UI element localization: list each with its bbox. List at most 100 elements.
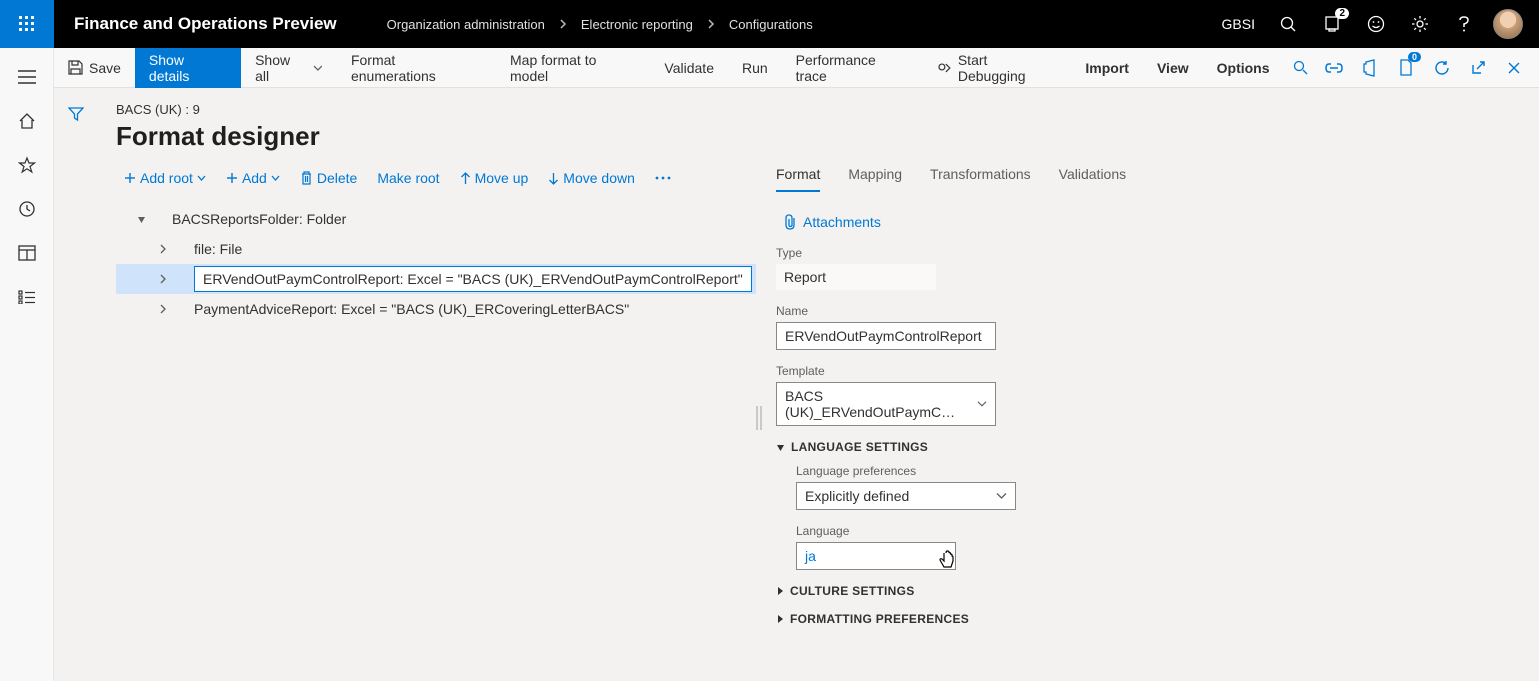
tree-node[interactable]: file: File (116, 234, 756, 264)
filter-button[interactable] (68, 106, 84, 681)
tab-validations[interactable]: Validations (1059, 166, 1126, 192)
split-handle-icon (756, 406, 762, 430)
chevron-right-icon (776, 614, 784, 624)
app-title: Finance and Operations Preview (54, 14, 357, 34)
options-button[interactable]: Options (1203, 48, 1284, 88)
nav-menu-button[interactable] (0, 56, 54, 98)
move-down-button[interactable]: Move down (540, 166, 643, 190)
popout-button[interactable] (1461, 48, 1495, 88)
nav-modules-button[interactable] (0, 276, 54, 318)
show-details-label: Show details (149, 52, 227, 84)
name-input[interactable] (776, 322, 996, 350)
nav-workspaces-button[interactable] (0, 232, 54, 274)
command-bar-icons: 0 (1317, 48, 1539, 88)
search-icon (1280, 16, 1297, 33)
close-button[interactable] (1497, 48, 1531, 88)
performance-trace-button[interactable]: Performance trace (782, 48, 923, 88)
template-select[interactable]: BACS (UK)_ERVendOutPaymC… (776, 382, 996, 426)
split-view: Add root Add Delete Make root (116, 166, 1539, 681)
question-icon (1457, 15, 1471, 33)
field-label: Language preferences (796, 464, 1539, 478)
refresh-icon (1434, 60, 1450, 76)
waffle-button[interactable] (0, 0, 54, 48)
feedback-button[interactable] (1355, 0, 1397, 48)
company-picker[interactable]: GBSI (1212, 0, 1265, 48)
save-label: Save (89, 60, 121, 76)
language-select[interactable]: ja (796, 542, 956, 570)
tree-node-selected[interactable]: ERVendOutPaymControlReport: Excel = "BAC… (116, 264, 756, 294)
notifications-button[interactable]: 2 (1311, 0, 1353, 48)
split-handle[interactable] (756, 406, 762, 430)
tab-transformations[interactable]: Transformations (930, 166, 1031, 192)
smiley-icon (1367, 15, 1385, 33)
notification-count: 2 (1335, 8, 1349, 19)
make-root-button[interactable]: Make root (369, 166, 447, 190)
chevron-down-icon (776, 443, 785, 452)
avatar-image (1493, 9, 1523, 39)
add-root-button[interactable]: Add root (116, 166, 214, 190)
language-pref-select[interactable]: Explicitly defined (796, 482, 1016, 510)
field-label: Type (776, 246, 1539, 260)
link-button[interactable] (1317, 48, 1351, 88)
nav-home-button[interactable] (0, 100, 54, 142)
attachments-link[interactable]: Attachments (776, 210, 1539, 246)
start-debugging-button[interactable]: Start Debugging (923, 48, 1071, 88)
import-button[interactable]: Import (1071, 48, 1143, 88)
attachments-button[interactable]: 0 (1389, 48, 1423, 88)
expander-icon[interactable] (154, 304, 172, 314)
link-icon (1325, 62, 1343, 74)
save-button[interactable]: Save (54, 48, 135, 88)
attachments-count: 0 (1408, 52, 1421, 62)
add-button[interactable]: Add (218, 166, 288, 190)
topbar-right: GBSI 2 (1212, 0, 1539, 48)
user-avatar[interactable] (1487, 0, 1529, 48)
nav-favorites-button[interactable] (0, 144, 54, 186)
tree-node-root[interactable]: BACSReportsFolder: Folder (116, 204, 756, 234)
popout-icon (1471, 60, 1486, 75)
tree-toolbar: Add root Add Delete Make root (116, 166, 756, 204)
expander-icon[interactable] (132, 215, 150, 224)
save-icon (68, 60, 83, 75)
show-details-button[interactable]: Show details (135, 48, 241, 88)
chevron-down-icon (996, 492, 1007, 500)
section-formatting-preferences[interactable]: FORMATTING PREFERENCES (776, 612, 1539, 626)
office-button[interactable] (1353, 48, 1387, 88)
cmd-search-button[interactable] (1284, 48, 1317, 88)
tree-node-label: file: File (194, 241, 242, 257)
chevron-down-icon (271, 175, 280, 182)
debug-icon (937, 60, 952, 75)
show-all-button[interactable]: Show all (241, 48, 337, 88)
run-button[interactable]: Run (728, 48, 782, 88)
search-button[interactable] (1267, 0, 1309, 48)
home-icon (18, 112, 36, 130)
expander-icon[interactable] (154, 274, 172, 284)
section-language-settings[interactable]: LANGUAGE SETTINGS (776, 440, 1539, 454)
format-tree: BACSReportsFolder: Folder file: File ERV… (116, 204, 756, 324)
properties-panel: Format Mapping Transformations Validatio… (756, 166, 1539, 681)
breadcrumb-item[interactable]: Electronic reporting (581, 17, 693, 32)
workspace-icon (18, 245, 36, 261)
chevron-right-icon (776, 586, 784, 596)
refresh-button[interactable] (1425, 48, 1459, 88)
section-culture-settings[interactable]: CULTURE SETTINGS (776, 584, 1539, 598)
format-enumerations-button[interactable]: Format enumerations (337, 48, 496, 88)
breadcrumb-item[interactable]: Configurations (729, 17, 813, 32)
tree-node[interactable]: PaymentAdviceReport: Excel = "BACS (UK)_… (116, 294, 756, 324)
view-button[interactable]: View (1143, 48, 1203, 88)
move-up-button[interactable]: Move up (452, 166, 537, 190)
delete-button[interactable]: Delete (292, 166, 365, 190)
tab-mapping[interactable]: Mapping (848, 166, 902, 192)
more-button[interactable] (647, 172, 679, 184)
content: BACS (UK) : 9 Format designer Add root A… (98, 88, 1539, 681)
help-button[interactable] (1443, 0, 1485, 48)
settings-button[interactable] (1399, 0, 1441, 48)
tab-format[interactable]: Format (776, 166, 820, 192)
breadcrumb-item[interactable]: Organization administration (387, 17, 545, 32)
cursor-hand-icon (937, 549, 957, 573)
expander-icon[interactable] (154, 244, 172, 254)
field-language: Language ja (796, 524, 1539, 570)
validate-button[interactable]: Validate (650, 48, 728, 88)
map-format-button[interactable]: Map format to model (496, 48, 650, 88)
nav-recent-button[interactable] (0, 188, 54, 230)
top-bar: Finance and Operations Preview Organizat… (0, 0, 1539, 48)
